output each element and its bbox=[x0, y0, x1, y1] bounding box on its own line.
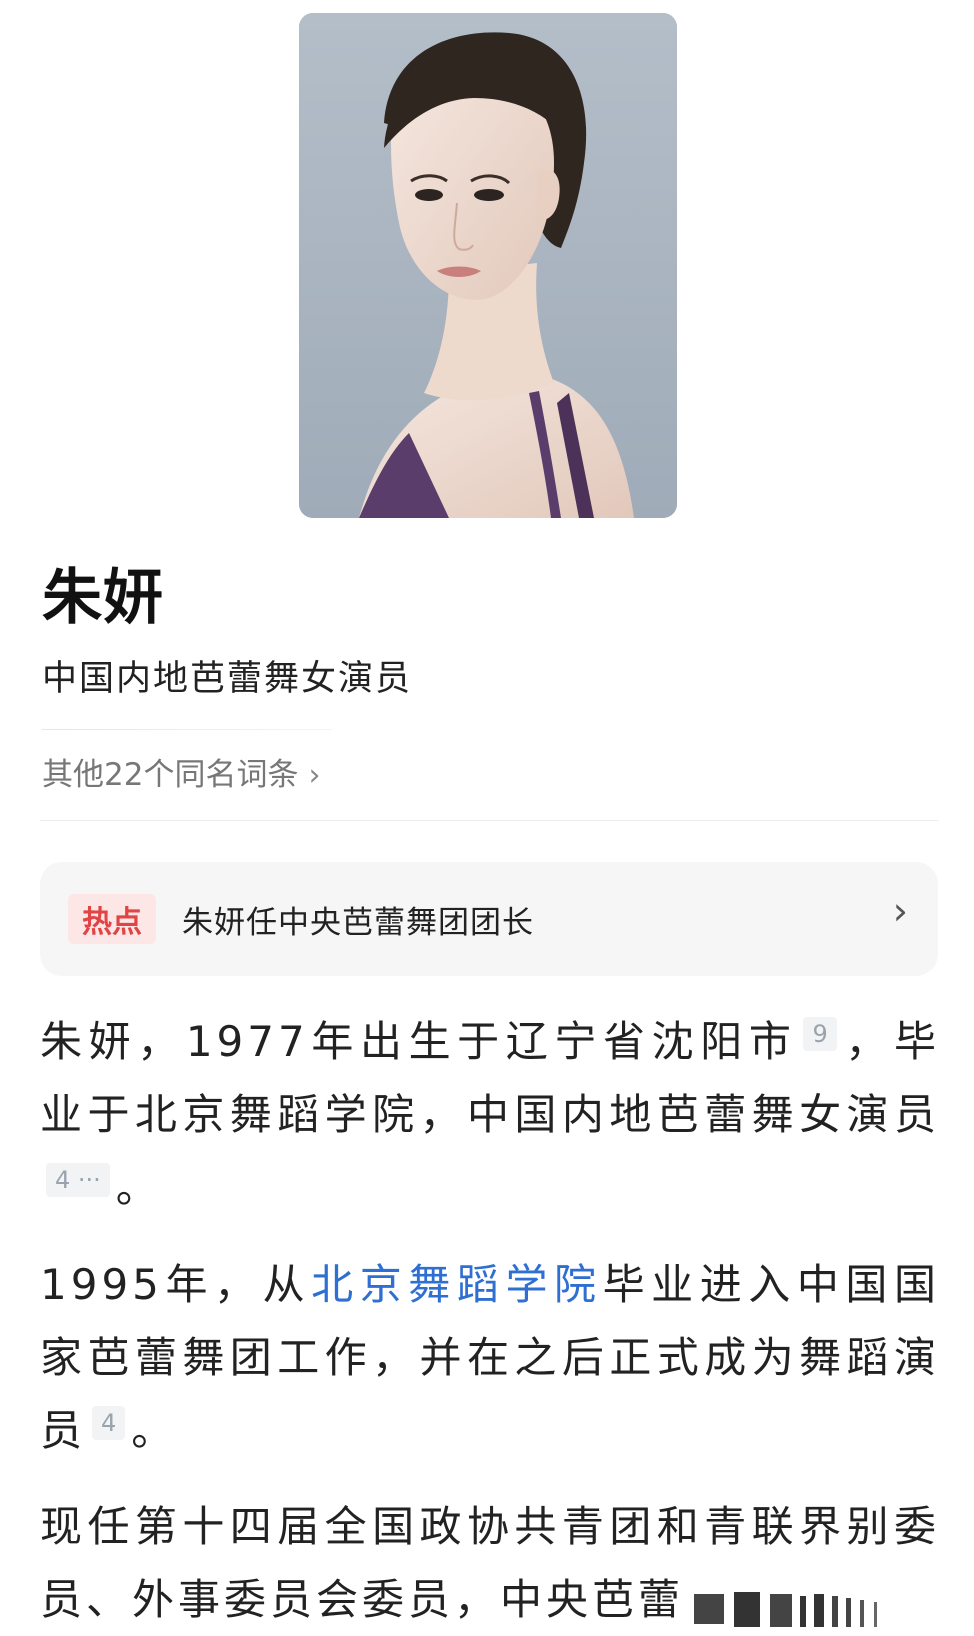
reference-badge[interactable]: 9 bbox=[803, 1017, 837, 1051]
portrait-photo[interactable] bbox=[299, 13, 677, 518]
same-name-entries-label: 其他22个同名词条 bbox=[42, 757, 299, 793]
hot-topic-card[interactable]: 热点 朱妍任中央芭蕾舞团团长 › bbox=[40, 862, 938, 976]
paragraph-text: 1995年，从 bbox=[40, 1260, 312, 1309]
reference-badge[interactable]: 4 bbox=[92, 1406, 126, 1440]
reference-badge[interactable]: 4 ··· bbox=[46, 1163, 110, 1197]
career-paragraph: 1995年，从北京舞蹈学院毕业进入中国国家芭蕾舞团工作，并在之后正式成为舞蹈演员… bbox=[40, 1248, 940, 1467]
intro-paragraph: 朱妍，1977年出生于辽宁省沈阳市 9 ，毕业于北京舞蹈学院，中国内地芭蕾舞女演员4… bbox=[40, 1005, 940, 1224]
chevron-right-icon: › bbox=[892, 889, 908, 933]
divider bbox=[40, 820, 938, 821]
entry-subtitle: 中国内地芭蕾舞女演员 bbox=[42, 659, 413, 699]
chevron-right-icon: › bbox=[308, 757, 321, 793]
paragraph-text: 。 bbox=[115, 1163, 162, 1212]
page-title: 朱妍 bbox=[42, 563, 164, 633]
paragraph-text: 。 bbox=[131, 1406, 178, 1455]
paragraph-text: 朱妍，1977年出生于辽宁省沈阳市 bbox=[40, 1017, 798, 1066]
academy-link[interactable]: 北京舞蹈学院 bbox=[311, 1260, 602, 1309]
watermark bbox=[690, 1590, 960, 1627]
hot-badge: 热点 bbox=[68, 894, 156, 944]
same-name-entries-link[interactable]: 其他22个同名词条 › bbox=[42, 760, 320, 791]
hot-topic-text: 朱妍任中央芭蕾舞团团长 bbox=[182, 904, 534, 941]
portrait-image bbox=[299, 13, 677, 518]
divider bbox=[42, 729, 332, 730]
